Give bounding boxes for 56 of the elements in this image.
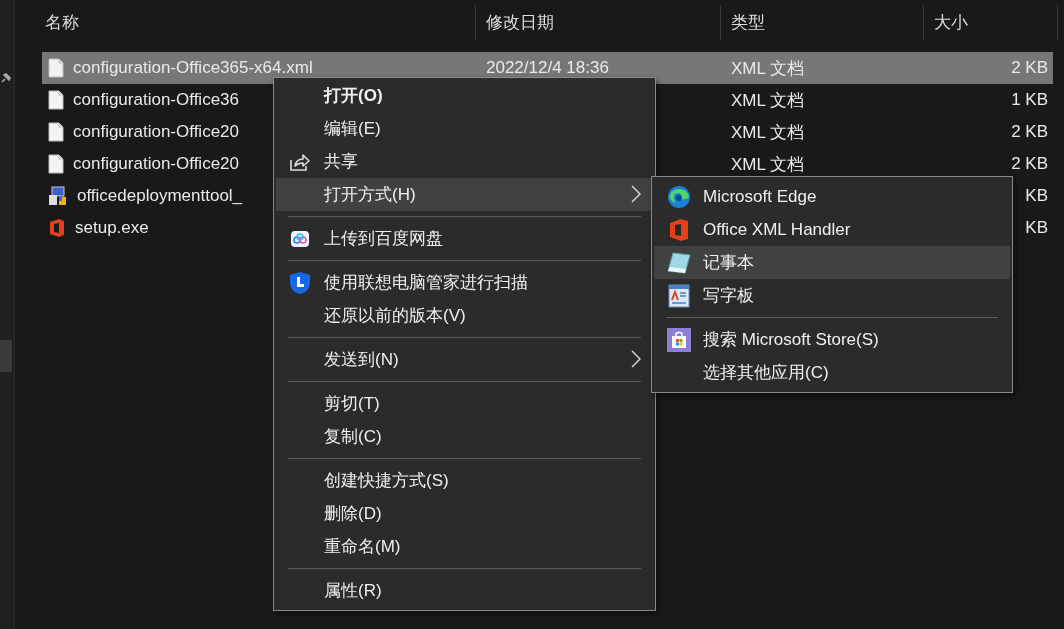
menu-item[interactable]: 打开方式(H) (276, 178, 653, 211)
column-header[interactable]: 类型 (721, 5, 924, 40)
menu-item[interactable]: 删除(D) (276, 497, 653, 530)
document-icon (48, 122, 64, 142)
file-size: 2 KB (1011, 154, 1048, 174)
installer-icon (48, 186, 68, 206)
document-icon (48, 90, 64, 110)
file-type: XML 文档 (731, 57, 805, 80)
menu-item[interactable]: 写字板 (654, 279, 1010, 312)
menu-item[interactable]: 编辑(E) (276, 112, 653, 145)
cloud-icon (291, 230, 309, 247)
scrollbar-thumb[interactable] (0, 340, 12, 372)
column-header[interactable]: 修改日期 (476, 5, 721, 40)
file-type: XML 文档 (731, 89, 805, 112)
menu-item[interactable]: 上传到百度网盘 (276, 222, 653, 255)
document-icon (48, 58, 64, 78)
document-icon (48, 154, 64, 174)
office-icon (48, 218, 66, 238)
wordpad-icon (667, 283, 690, 308)
column-header[interactable]: 大小 (924, 5, 1058, 40)
office-icon (667, 217, 690, 242)
file-name: setup.exe (75, 218, 149, 238)
shield-icon (289, 270, 311, 295)
menu-item[interactable]: 共享 (276, 145, 653, 178)
menu-item[interactable]: 剪切(T) (276, 387, 653, 420)
menu-item[interactable]: 使用联想电脑管家进行扫描 (276, 266, 653, 299)
share-icon (289, 151, 311, 172)
menu-item[interactable]: 重命名(M) (276, 530, 653, 563)
file-size: KB (1025, 218, 1048, 238)
menu-item[interactable]: 复制(C) (276, 420, 653, 453)
menu-item[interactable]: 属性(R) (276, 574, 653, 607)
menu-item[interactable]: 记事本 (654, 246, 1010, 279)
menu-item[interactable]: 选择其他应用(C) (654, 356, 1010, 389)
file-size: 2 KB (1011, 122, 1048, 142)
menu-item[interactable]: Office XML Handler (654, 213, 1010, 246)
menu-item[interactable]: 搜索 Microsoft Store(S) (654, 323, 1010, 356)
modified-date: 2022/12/4 18:36 (486, 58, 609, 78)
file-row[interactable]: configuration-Office365-x64.xml 2022/12/4 18:36 XML 文档 2 KB (42, 52, 1053, 84)
notepad-icon (666, 251, 691, 274)
file-type: XML 文档 (731, 153, 805, 176)
menu-item[interactable]: 还原以前的版本(V) (276, 299, 653, 332)
file-name: configuration-Office365-x64.xml (73, 58, 313, 78)
file-name: configuration-Office36 (73, 90, 239, 110)
file-type: XML 文档 (731, 121, 805, 144)
wave-logo-icon (666, 184, 691, 209)
file-size: 1 KB (1011, 90, 1048, 110)
file-size: KB (1025, 186, 1048, 206)
column-header[interactable]: 名称 (35, 5, 476, 40)
file-name: officedeploymenttool_ (77, 186, 243, 206)
menu-item[interactable]: 发送到(N) (276, 343, 653, 376)
file-name: configuration-Office20 (73, 154, 239, 174)
menu-item[interactable]: Microsoft Edge (654, 180, 1010, 213)
menu-item[interactable]: 创建快捷方式(S) (276, 464, 653, 497)
file-name: configuration-Office20 (73, 122, 239, 142)
shopping-bag-icon (666, 327, 691, 352)
file-size: 2 KB (1011, 58, 1048, 78)
